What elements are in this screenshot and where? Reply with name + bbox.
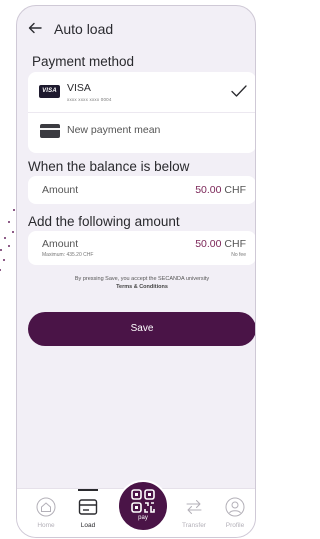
- add-amount-field[interactable]: Amount Maximum: 435.20 CHF 50.00 CHF No …: [28, 231, 255, 265]
- transfer-arrows-icon: [186, 500, 202, 514]
- terms-link[interactable]: Terms & Conditions: [28, 283, 255, 291]
- balance-below-title: When the balance is below: [28, 159, 190, 174]
- amount-currency: CHF: [224, 184, 246, 196]
- nav-transfer-label: Transfer: [182, 522, 206, 529]
- payment-method-title: Payment method: [32, 54, 135, 69]
- terms-disclaimer: By pressing Save, you accept the SECANDA…: [28, 275, 255, 291]
- amount-number: 50.00: [195, 238, 222, 250]
- qr-code-icon: [131, 489, 155, 513]
- maximum-hint: Maximum: 435.20 CHF: [42, 252, 94, 258]
- amount-number: 50.00: [195, 184, 222, 196]
- wallet-icon: [78, 499, 98, 515]
- amount-label: Amount: [42, 238, 79, 250]
- phone-screen: Auto load Payment method VISA VISA xxxx …: [16, 5, 256, 538]
- amount-label: Amount: [42, 184, 79, 196]
- page-title: Auto load: [54, 21, 114, 37]
- back-arrow-icon[interactable]: [27, 20, 43, 36]
- new-payment-mean-label: New payment mean: [67, 124, 161, 136]
- nav-home[interactable]: Home: [28, 489, 64, 537]
- saved-card-visa[interactable]: VISA VISA xxxx xxxx xxxx 0004: [28, 72, 255, 112]
- nav-profile-label: Profile: [225, 522, 245, 529]
- amount-value: 50.00 CHF: [195, 184, 246, 196]
- nav-load[interactable]: Load: [70, 489, 106, 537]
- nav-transfer[interactable]: Transfer: [176, 489, 212, 537]
- card-name: VISA: [67, 82, 91, 94]
- checkmark-icon: [231, 85, 247, 97]
- amount-currency: CHF: [224, 238, 246, 250]
- card-number: xxxx xxxx xxxx 0004: [67, 97, 112, 102]
- nav-load-label: Load: [80, 522, 96, 529]
- nav-home-label: Home: [37, 522, 55, 529]
- save-button[interactable]: Save: [28, 312, 255, 346]
- active-indicator: [78, 489, 98, 491]
- disclaimer-text: By pressing Save, you accept the SECANDA…: [74, 276, 210, 282]
- fee-label: No fee: [231, 252, 246, 258]
- add-amount-title: Add the following amount: [28, 214, 180, 229]
- header: Auto load: [17, 6, 255, 50]
- visa-logo-icon: VISA: [39, 85, 60, 98]
- balance-below-amount-field[interactable]: Amount 50.00 CHF: [28, 176, 255, 204]
- new-payment-mean-row[interactable]: New payment mean: [28, 113, 255, 153]
- pay-label: pay: [138, 515, 148, 521]
- nav-profile[interactable]: Profile: [217, 489, 253, 537]
- home-icon: [36, 497, 56, 517]
- credit-card-icon: [40, 124, 60, 138]
- profile-icon: [225, 497, 245, 517]
- pay-button[interactable]: pay: [117, 480, 169, 532]
- amount-value: 50.00 CHF: [195, 238, 246, 250]
- payment-method-card: VISA VISA xxxx xxxx xxxx 0004 New paymen…: [28, 72, 255, 153]
